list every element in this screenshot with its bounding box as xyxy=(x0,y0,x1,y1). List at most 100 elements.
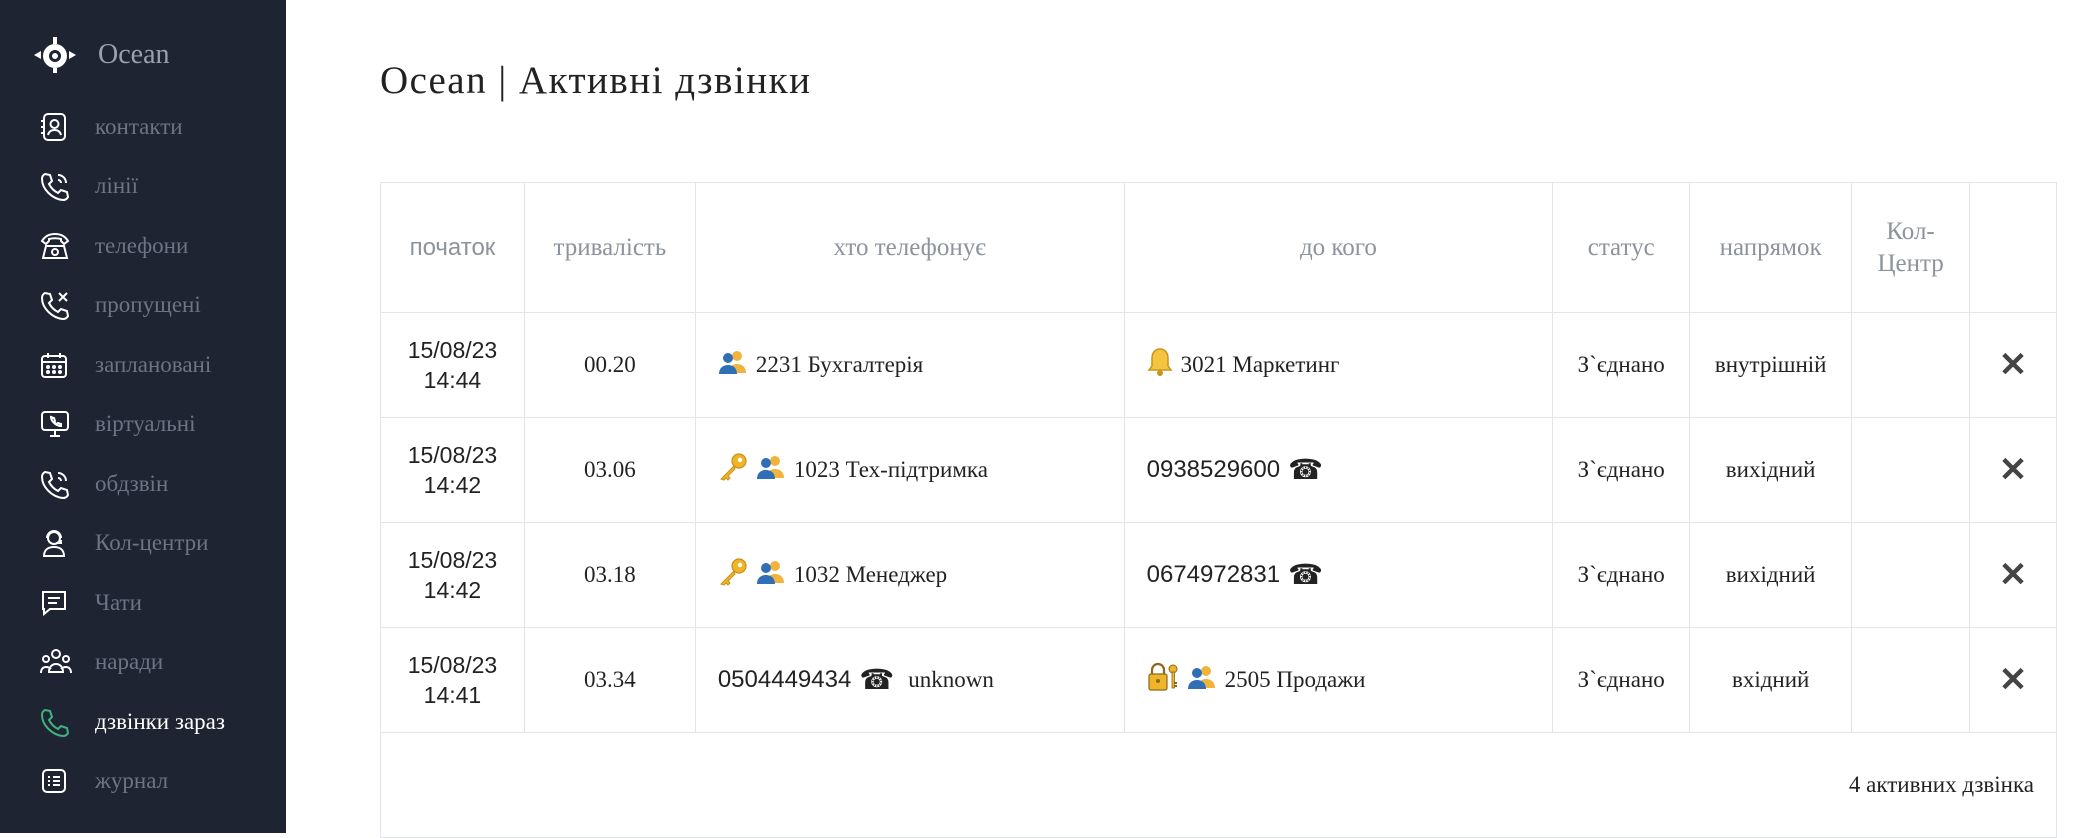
journal-icon xyxy=(40,765,80,797)
caller-name: 1032 Менеджер xyxy=(793,562,948,587)
cell-caller: 1032 Менеджер xyxy=(694,522,1125,628)
sidebar-item-label: журнал xyxy=(95,768,169,794)
sidebar: Ocean контакти лінії телефони пропущені … xyxy=(0,0,286,833)
start-time: 14:42 xyxy=(423,577,482,603)
sidebar-item-label: заплановані xyxy=(95,351,212,377)
virtual-monitor-icon xyxy=(40,408,80,440)
cell-caller: 1023 Тех-підтримка xyxy=(694,417,1125,523)
cell-duration: 00.20 xyxy=(523,312,696,418)
sidebar-item-scheduled[interactable]: заплановані xyxy=(0,335,286,395)
cell-direction: вихідний xyxy=(1689,522,1853,628)
start-date: 15/08/23 xyxy=(407,652,498,678)
phone-lines-icon xyxy=(40,170,80,202)
callee-number: 0938529600 xyxy=(1146,456,1281,483)
sidebar-item-callcenters[interactable]: Кол-центри xyxy=(0,514,286,574)
hangup-close-icon[interactable]: ✕ xyxy=(1999,346,2028,384)
table-header-row: початок тривалість хто телефонує до кого… xyxy=(380,182,2057,313)
cell-duration: 03.18 xyxy=(523,522,696,628)
sidebar-item-label: дзвінки зараз xyxy=(95,708,225,734)
sidebar-item-label: пропущені xyxy=(95,292,201,318)
contact-book-icon xyxy=(40,111,80,143)
sidebar-item-label: віртуальні xyxy=(95,411,196,437)
column-header-status[interactable]: статус xyxy=(1552,182,1691,313)
cell-direction: внутрішній xyxy=(1689,312,1853,418)
app-name: Ocean xyxy=(98,39,170,70)
cell-direction: вихідний xyxy=(1689,417,1853,523)
column-header-actions xyxy=(1969,182,2057,313)
sidebar-item-meetings[interactable]: наради xyxy=(0,633,286,693)
table-row[interactable]: 15/08/23 14:44 00.20 2231 Бухгалтерія 30… xyxy=(380,312,2057,418)
column-header-callee[interactable]: до кого xyxy=(1123,182,1554,313)
ocean-logo-icon xyxy=(32,36,78,74)
hangup-close-icon[interactable]: ✕ xyxy=(1999,451,2028,489)
callee-number: 0674972831 xyxy=(1146,561,1281,588)
group-users-icon xyxy=(1187,664,1217,696)
group-users-icon xyxy=(718,349,748,381)
start-date: 15/08/23 xyxy=(407,337,498,363)
page-title: Ocean | Активні дзвінки xyxy=(380,59,812,102)
column-header-direction[interactable]: напрямок xyxy=(1689,182,1853,313)
cell-status: З`єднано xyxy=(1552,417,1691,523)
lock-key-icon xyxy=(1147,662,1179,698)
callee-name: 3021 Маркетинг xyxy=(1180,352,1340,377)
cell-caller: 2231 Бухгалтерія xyxy=(694,312,1125,418)
sidebar-item-label: телефони xyxy=(95,232,189,258)
column-header-caller[interactable]: хто телефонує xyxy=(694,182,1125,313)
hangup-close-icon[interactable]: ✕ xyxy=(1999,661,2028,699)
cell-callcenter xyxy=(1851,312,1971,418)
active-calls-table: початок тривалість хто телефонує до кого… xyxy=(380,182,2057,838)
column-header-callcenter-line2: Центр xyxy=(1877,249,1944,277)
caller-name: unknown xyxy=(908,667,994,692)
hangup-close-icon[interactable]: ✕ xyxy=(1999,556,2028,594)
cell-status: З`єднано xyxy=(1552,522,1691,628)
cell-callee: 2505 Продажи xyxy=(1123,627,1554,733)
cell-caller: 0504449434 ☎ unknown xyxy=(694,627,1125,733)
cell-callee: 0674972831 ☎ xyxy=(1123,522,1554,628)
sidebar-item-virtual[interactable]: віртуальні xyxy=(0,395,286,455)
start-date: 15/08/23 xyxy=(407,442,498,468)
cell-callcenter xyxy=(1851,417,1971,523)
cell-start: 15/08/23 14:42 xyxy=(380,522,525,628)
sidebar-item-active-calls[interactable]: дзвінки зараз xyxy=(0,692,286,752)
cell-status: З`єднано xyxy=(1552,312,1691,418)
desk-phone-icon xyxy=(40,230,80,262)
cell-start: 15/08/23 14:42 xyxy=(380,417,525,523)
caller-name: 2231 Бухгалтерія xyxy=(755,352,924,377)
chat-icon xyxy=(40,587,80,619)
sidebar-item-autodial[interactable]: обдзвін xyxy=(0,454,286,514)
sidebar-item-label: контакти xyxy=(95,113,183,139)
start-time: 14:44 xyxy=(423,367,482,393)
sidebar-item-missed[interactable]: пропущені xyxy=(0,276,286,336)
cell-actions: ✕ xyxy=(1969,522,2057,628)
sidebar-item-journal[interactable]: журнал xyxy=(0,752,286,812)
callee-name: 2505 Продажи xyxy=(1224,667,1366,692)
brand[interactable]: Ocean xyxy=(32,36,170,74)
column-header-start[interactable]: початок xyxy=(380,182,525,313)
operator-icon xyxy=(40,527,80,559)
table-row[interactable]: 15/08/23 14:42 03.06 1023 Тех-підтримка … xyxy=(380,417,2057,523)
table-row[interactable]: 15/08/23 14:41 03.34 0504449434 ☎ unknow… xyxy=(380,627,2057,733)
telephone-icon: ☎ xyxy=(1288,455,1323,486)
sidebar-item-chats[interactable]: Чати xyxy=(0,573,286,633)
column-header-duration[interactable]: тривалість xyxy=(523,182,696,313)
sidebar-item-lines[interactable]: лінії xyxy=(0,157,286,217)
conference-icon xyxy=(40,646,80,678)
telephone-icon: ☎ xyxy=(859,665,895,696)
sidebar-item-phones[interactable]: телефони xyxy=(0,216,286,276)
cell-actions: ✕ xyxy=(1969,312,2057,418)
missed-call-icon xyxy=(40,289,80,321)
table-row[interactable]: 15/08/23 14:42 03.18 1032 Менеджер 06749… xyxy=(380,522,2057,628)
column-header-callcenter[interactable]: Кол- Центр xyxy=(1851,182,1971,313)
start-time: 14:41 xyxy=(423,682,482,708)
cell-callcenter xyxy=(1851,627,1971,733)
calendar-icon xyxy=(40,349,80,381)
sidebar-item-label: Кол-центри xyxy=(95,530,209,556)
cell-actions: ✕ xyxy=(1969,627,2057,733)
key-icon xyxy=(718,558,748,592)
sidebar-item-contacts[interactable]: контакти xyxy=(0,97,286,157)
cell-start: 15/08/23 14:44 xyxy=(380,312,525,418)
cell-duration: 03.34 xyxy=(523,627,696,733)
bell-icon xyxy=(1147,347,1173,383)
autodial-icon xyxy=(40,468,80,500)
group-users-icon xyxy=(756,454,786,486)
